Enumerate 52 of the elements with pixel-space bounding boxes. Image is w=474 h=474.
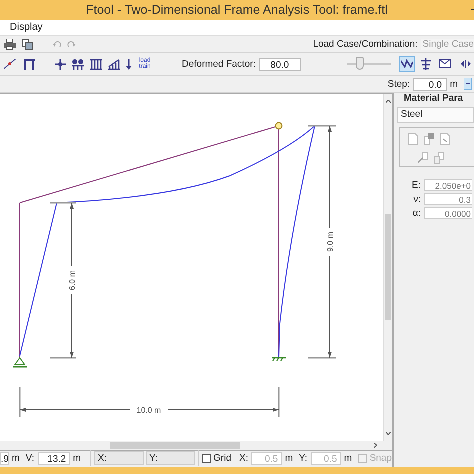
node-marker[interactable] xyxy=(275,122,283,130)
horizontal-scrollbar-thumb[interactable] xyxy=(110,442,240,449)
dimension-label: 6.0 m xyxy=(68,270,77,290)
y-readout: Y: xyxy=(146,451,195,465)
fixed-support-icon xyxy=(271,357,287,362)
coordinate-field[interactable]: 13.2 xyxy=(38,452,70,464)
scroll-up-icon[interactable] xyxy=(386,100,391,103)
dimension-label: 10.0 m xyxy=(136,406,162,415)
material-dropdown[interactable]: Steel xyxy=(397,107,474,123)
minimize-icon[interactable] xyxy=(471,9,474,11)
step-label: Step: xyxy=(388,78,410,90)
pin-support-icon xyxy=(13,357,27,368)
snap-label: Snap xyxy=(370,452,392,464)
dimension-label: 9.0 m xyxy=(326,232,335,252)
step-icon[interactable] xyxy=(464,78,472,90)
scale-slider[interactable] xyxy=(346,57,391,71)
vertical-scrollbar-thumb[interactable] xyxy=(385,214,391,320)
unit-label: m xyxy=(285,452,294,464)
save-file-icon[interactable] xyxy=(424,133,434,145)
coordinate-label: V: xyxy=(26,452,35,464)
grid-x-label: X: xyxy=(240,452,248,464)
panel-title: Material Para xyxy=(403,93,464,104)
print-icon[interactable] xyxy=(4,38,16,50)
unit-label: m xyxy=(73,452,82,464)
unit-label: m xyxy=(12,452,20,464)
scroll-right-icon[interactable] xyxy=(374,443,377,448)
window-title: Ftool - Two-Dimensional Frame Analysis Tool: frame.ftl xyxy=(86,3,388,17)
unit-label: m xyxy=(344,452,352,464)
scroll-down-icon[interactable] xyxy=(386,432,391,435)
down-arrow-icon[interactable] xyxy=(126,58,132,70)
menu-item[interactable]: Display xyxy=(8,22,45,33)
deformed-factor-field[interactable]: 80.0 xyxy=(258,58,301,70)
expand-arrows-icon[interactable] xyxy=(461,60,471,68)
grid-label: Grid xyxy=(214,452,232,464)
unit-label: m xyxy=(450,78,458,90)
property-label: α: xyxy=(412,208,422,218)
copy-icon[interactable] xyxy=(22,38,33,50)
property-label: E: xyxy=(411,180,422,190)
property-field[interactable]: 0.3 xyxy=(424,193,472,205)
node-icon[interactable] xyxy=(4,59,16,69)
property-field[interactable]: 0.0000 xyxy=(424,207,472,219)
deformed-factor-label: Deformed Factor: xyxy=(182,58,256,70)
coordinate-field[interactable]: .9 xyxy=(0,452,9,464)
step-field[interactable]: 0.0 xyxy=(413,78,448,90)
property-label: ν: xyxy=(412,194,422,204)
load-case-label: Load Case/Combination: xyxy=(313,38,418,50)
frame-icon[interactable] xyxy=(24,58,35,70)
grid-checkbox[interactable] xyxy=(202,454,211,462)
x-readout: X: xyxy=(94,451,144,465)
property-field[interactable]: 2.050e+0 xyxy=(424,179,472,191)
ramp-load-icon[interactable] xyxy=(108,58,120,70)
grid-y-label: Y: xyxy=(299,452,308,464)
